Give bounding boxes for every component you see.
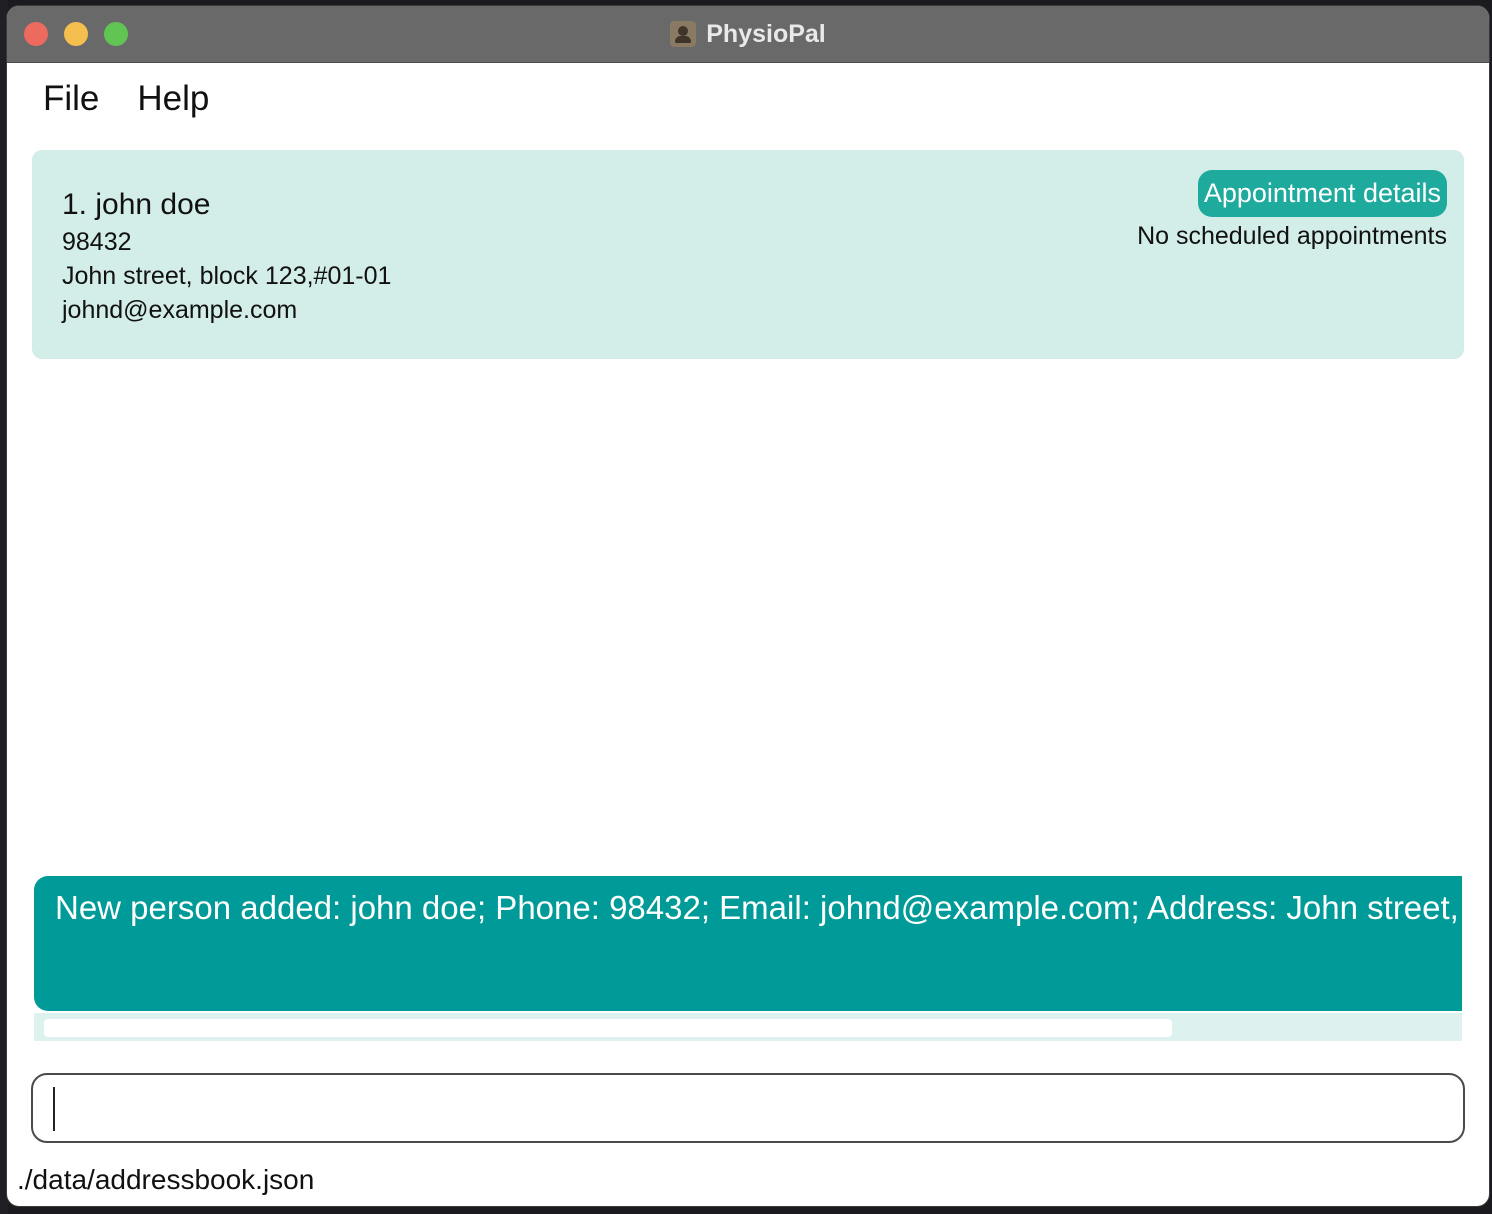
person-address: John street, block 123,#01-01: [62, 262, 392, 290]
app-window: PhysioPal File Help 1. john doe 98432 Jo…: [7, 6, 1489, 1206]
appointment-details-button[interactable]: Appointment details: [1197, 170, 1447, 217]
person-phone: 98432: [62, 228, 132, 256]
result-display: New person added: john doe; Phone: 98432…: [34, 876, 1462, 1011]
menu-file[interactable]: File: [43, 79, 99, 119]
result-horizontal-scrollbar[interactable]: [34, 1013, 1462, 1041]
menu-bar: File Help: [7, 63, 1489, 135]
appointment-status: No scheduled appointments: [1137, 222, 1447, 250]
text-caret: [53, 1087, 55, 1131]
person-email: johnd@example.com: [62, 296, 298, 324]
window-title: PhysioPal: [706, 19, 826, 48]
scrollbar-thumb[interactable]: [44, 1019, 1172, 1037]
title-bar[interactable]: PhysioPal: [7, 6, 1489, 63]
contacts-app-icon: [670, 21, 697, 47]
command-input[interactable]: [51, 1083, 1445, 1135]
menu-help[interactable]: Help: [137, 79, 209, 119]
result-message: New person added: john doe; Phone: 98432…: [55, 889, 1462, 926]
person-card[interactable]: 1. john doe 98432 John street, block 123…: [32, 150, 1464, 359]
person-name: 1. john doe: [62, 188, 211, 221]
status-bar-file-path: ./data/addressbook.json: [17, 1164, 315, 1195]
title-group: PhysioPal: [7, 6, 1489, 62]
command-box[interactable]: [31, 1073, 1465, 1143]
